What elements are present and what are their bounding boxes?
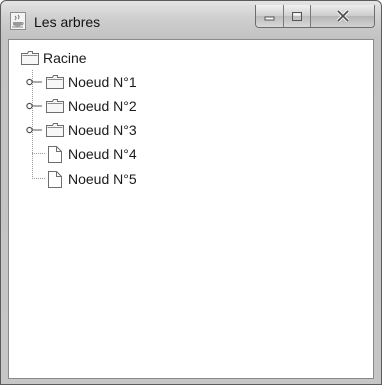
tree-node-label: Noeud N°3 [68, 122, 137, 138]
tree-node[interactable]: Noeud N°5 [48, 169, 137, 189]
tree-connector [32, 153, 45, 154]
maximize-icon [292, 11, 302, 21]
expand-handle-icon[interactable] [26, 77, 42, 87]
expand-handle-icon[interactable] [26, 101, 42, 111]
title-bar[interactable]: Les arbres [1, 1, 381, 39]
folder-icon [21, 51, 39, 65]
tree-node-root[interactable]: Racine [21, 48, 87, 68]
maximize-button[interactable] [284, 5, 311, 27]
tree-node-label: Noeud N°2 [68, 98, 137, 114]
file-icon [48, 170, 62, 188]
folder-icon [46, 123, 64, 137]
window-title: Les arbres [34, 14, 101, 30]
close-icon [336, 10, 349, 22]
minimize-button[interactable] [256, 5, 284, 27]
tree-node-label: Racine [43, 50, 87, 66]
minimize-icon [264, 16, 274, 21]
tree-node[interactable]: Noeud N°4 [48, 144, 137, 164]
tree-node-label: Noeud N°5 [68, 171, 137, 187]
tree-node[interactable]: Noeud N°2 [26, 96, 137, 116]
tree-view[interactable]: Racine Noeud N°1 Noeud N°2 Noeud N°3 Noe… [9, 40, 373, 378]
tree-node-label: Noeud N°4 [68, 146, 137, 162]
folder-icon [46, 75, 64, 89]
expand-handle-icon[interactable] [26, 125, 42, 135]
folder-icon [46, 99, 64, 113]
file-icon [48, 145, 62, 163]
java-cup-icon [10, 12, 26, 30]
tree-panel[interactable]: Racine Noeud N°1 Noeud N°2 Noeud N°3 Noe… [8, 39, 374, 379]
app-window: Les arbres Racine Noeud N°1 Noeud N°2 No… [0, 0, 382, 385]
window-controls [255, 5, 375, 28]
tree-node[interactable]: Noeud N°1 [26, 72, 137, 92]
tree-connector [32, 178, 45, 179]
tree-node-label: Noeud N°1 [68, 74, 137, 90]
tree-node[interactable]: Noeud N°3 [26, 120, 137, 140]
close-button[interactable] [311, 5, 374, 27]
